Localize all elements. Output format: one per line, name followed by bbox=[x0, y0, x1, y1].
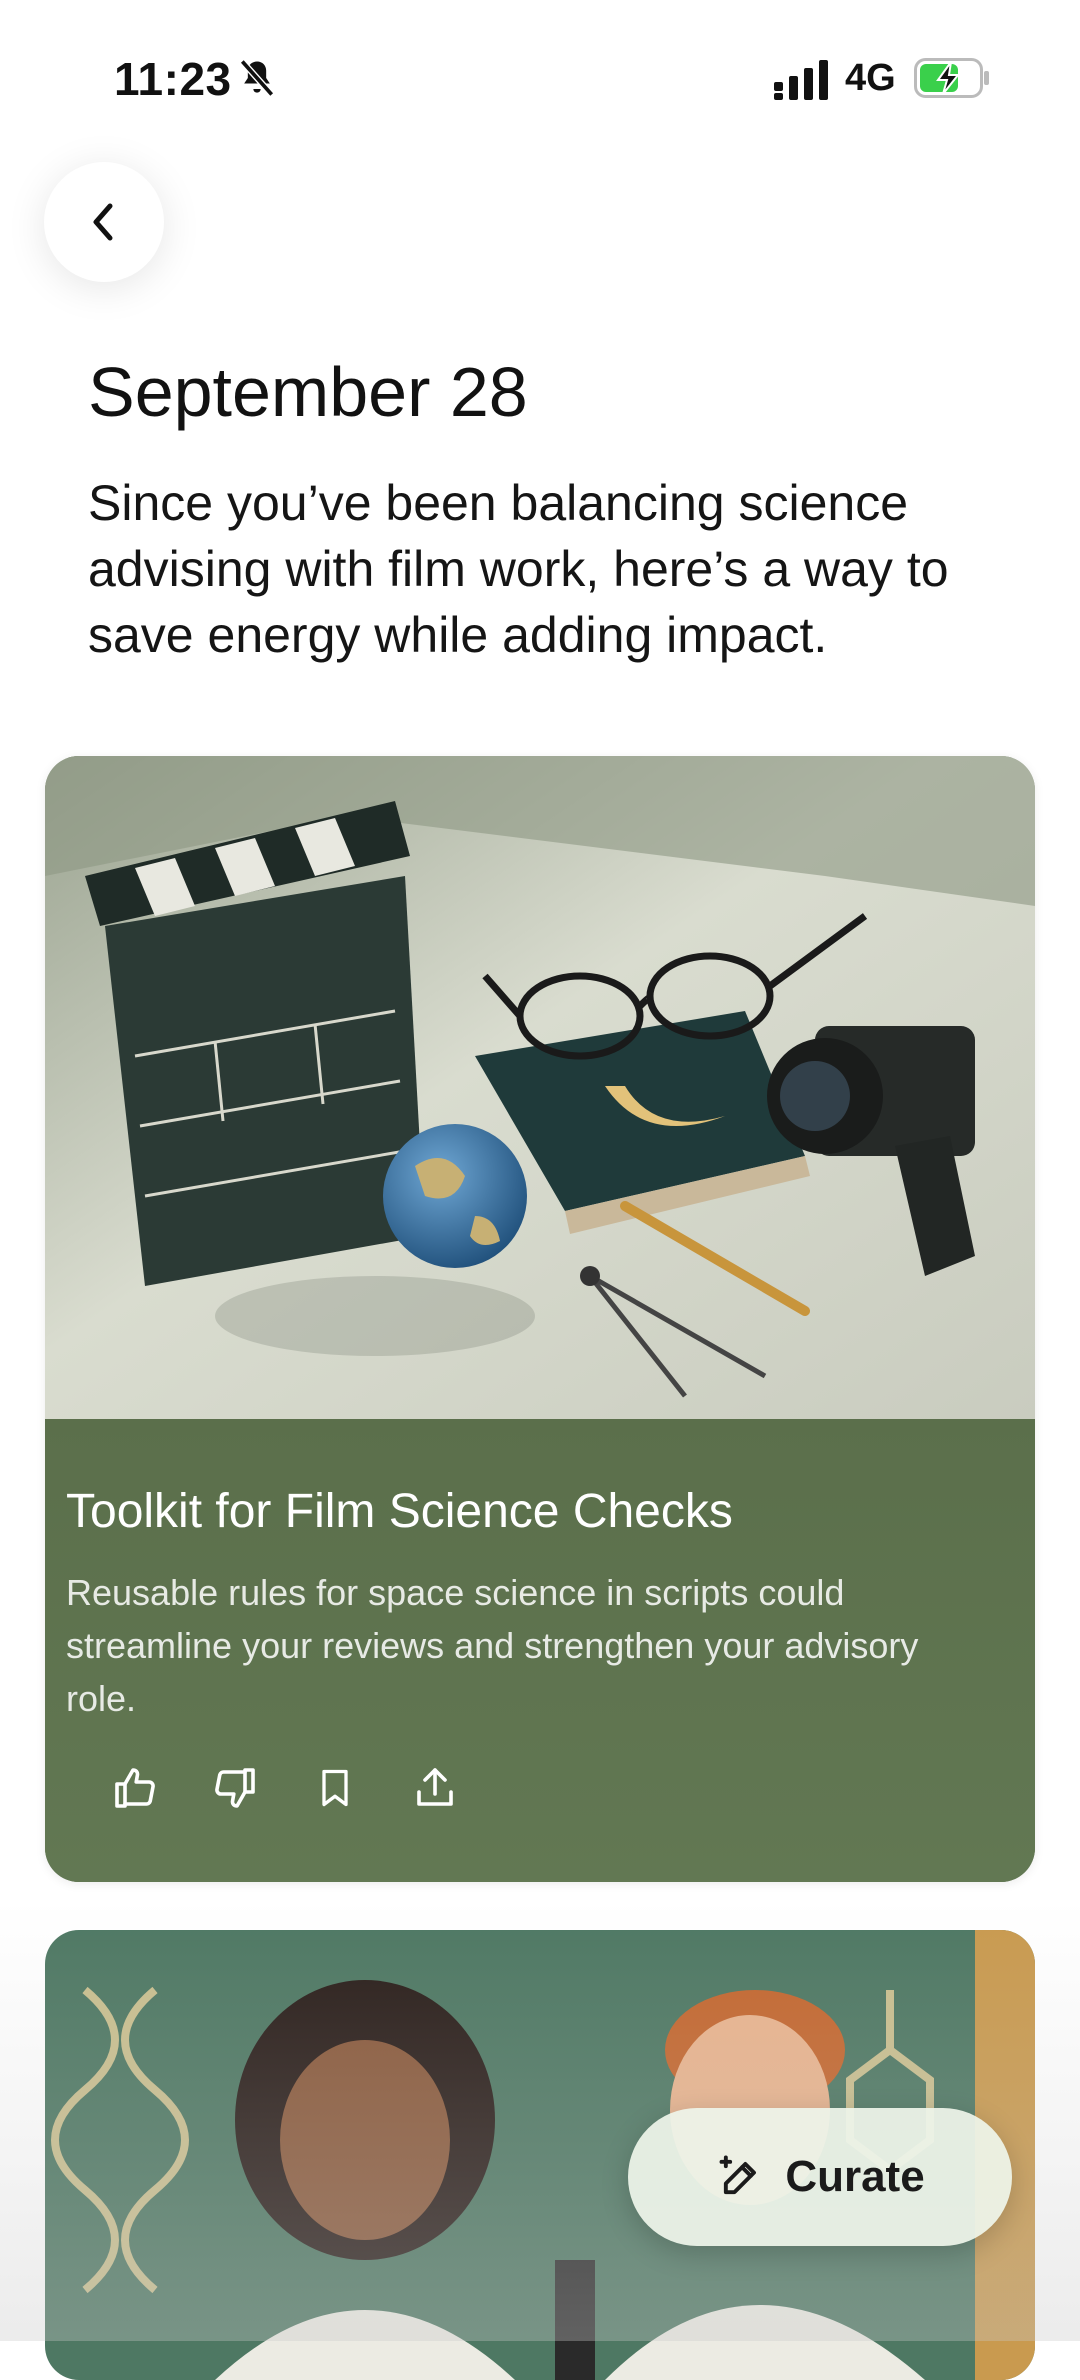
dislike-button[interactable] bbox=[210, 1760, 260, 1816]
card-description: Reusable rules for space science in scri… bbox=[66, 1572, 919, 1719]
card-actions bbox=[110, 1760, 460, 1820]
status-bar: 11:23 4G bbox=[0, 0, 1080, 160]
page-title: September 28 bbox=[88, 353, 528, 431]
bookmark-icon bbox=[322, 1769, 348, 1807]
thumbs-up-icon bbox=[115, 1768, 155, 1808]
battery-charging-icon bbox=[914, 58, 989, 98]
status-time: 11:23 bbox=[114, 53, 232, 105]
network-type: 4G bbox=[845, 57, 896, 99]
like-button[interactable] bbox=[110, 1760, 160, 1816]
back-button[interactable] bbox=[44, 162, 164, 282]
bell-muted-icon bbox=[239, 59, 275, 97]
signal-icon bbox=[774, 60, 828, 100]
card-illustration bbox=[45, 756, 1035, 1419]
curate-button[interactable]: Curate bbox=[628, 2108, 1012, 2246]
bookmark-button[interactable] bbox=[310, 1760, 360, 1816]
curate-label: Curate bbox=[785, 2152, 925, 2201]
magic-pencil-icon bbox=[719, 2155, 757, 2195]
card-title: Toolkit for Film Science Checks bbox=[66, 1485, 733, 1538]
intro-text: Since you’ve been balancing science advi… bbox=[88, 475, 949, 663]
thumbs-down-icon bbox=[215, 1768, 255, 1808]
share-button[interactable] bbox=[410, 1760, 460, 1816]
chevron-left-icon bbox=[93, 203, 113, 241]
share-icon bbox=[417, 1768, 453, 1806]
